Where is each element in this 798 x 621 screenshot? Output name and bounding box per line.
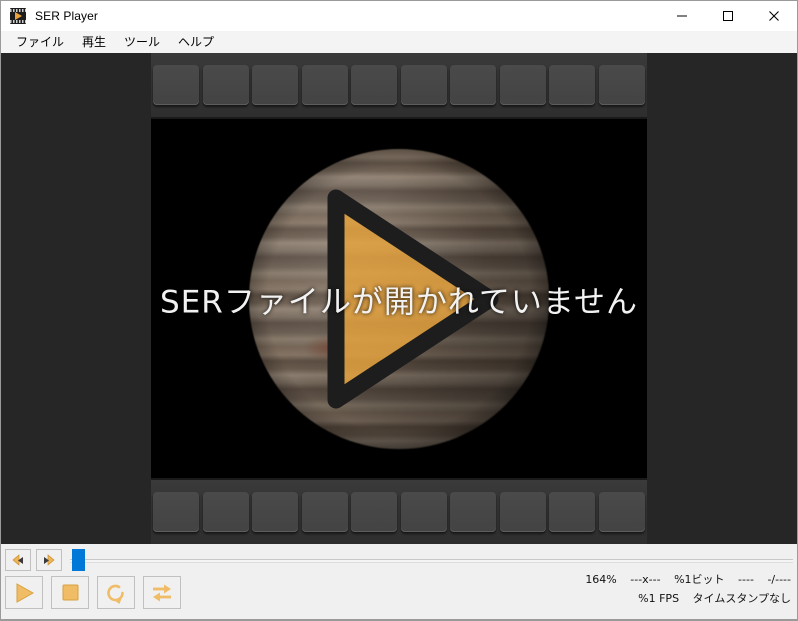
close-icon[interactable]: [751, 1, 797, 31]
sprocket-hole: [450, 65, 497, 105]
sprocket-hole: [598, 65, 645, 105]
step-back-button[interactable]: [5, 549, 31, 571]
sprocket-hole: [202, 492, 249, 532]
sprocket-hole: [400, 65, 447, 105]
menu-bar: ファイル 再生 ツール ヘルプ: [1, 31, 797, 53]
sprocket-hole: [351, 65, 398, 105]
title-bar: SER Player: [1, 1, 797, 31]
sprocket-hole: [499, 65, 546, 105]
ser-player-window: SER Player ファイル 再生 ツール ヘルプ SERファイルが開かれてい…: [0, 0, 798, 621]
status-colour: ----: [738, 573, 754, 586]
stop-button[interactable]: [51, 576, 89, 609]
frame-area: SERファイルが開かれていません: [151, 119, 647, 478]
step-forward-button[interactable]: [36, 549, 62, 571]
window-title: SER Player: [35, 9, 99, 23]
video-viewer[interactable]: SERファイルが開かれていません: [1, 53, 797, 544]
transport-buttons: [5, 576, 181, 609]
status-bit-depth: %1ビット: [674, 573, 725, 586]
sprocket-hole: [153, 492, 199, 532]
sprocket-hole: [351, 492, 398, 532]
playback-controls: 164% ---x--- %1ビット ---- -/---- %1 FPS タイ…: [1, 544, 797, 620]
film-strip: SERファイルが開かれていません: [151, 53, 647, 544]
status-line-secondary: %1 FPS タイムスタンプなし: [585, 589, 791, 608]
slider-groove: [70, 559, 793, 563]
status-resolution: ---x---: [630, 573, 661, 586]
sprocket-hole: [549, 492, 596, 532]
menu-file[interactable]: ファイル: [7, 31, 73, 53]
sprocket-hole: [549, 65, 596, 105]
sprocket-hole: [450, 492, 497, 532]
menu-help[interactable]: ヘルプ: [169, 31, 223, 53]
status-readout: 164% ---x--- %1ビット ---- -/---- %1 FPS タイ…: [585, 570, 791, 608]
window-bottom-edge: [1, 619, 797, 620]
window-controls: [659, 1, 797, 31]
sprocket-hole: [252, 492, 299, 532]
repeat-button[interactable]: [97, 576, 135, 609]
bounce-button[interactable]: [143, 576, 181, 609]
status-fps: %1 FPS: [638, 592, 680, 605]
status-zoom: 164%: [585, 573, 617, 586]
sprocket-hole: [301, 492, 348, 532]
play-button[interactable]: [5, 576, 43, 609]
film-sprockets-bottom: [151, 478, 647, 544]
slider-handle[interactable]: [72, 549, 85, 571]
menu-tools[interactable]: ツール: [115, 31, 169, 53]
status-timestamp: タイムスタンプなし: [692, 592, 791, 605]
maximize-icon[interactable]: [705, 1, 751, 31]
frame-slider[interactable]: [70, 549, 793, 571]
film-play-icon: [10, 8, 26, 24]
sprocket-hole: [153, 65, 199, 105]
film-sprockets-top: [151, 53, 647, 119]
sprocket-hole: [252, 65, 299, 105]
no-file-message: SERファイルが開かれていません: [160, 284, 638, 320]
sprocket-hole: [202, 65, 249, 105]
sprocket-hole: [499, 492, 546, 532]
minimize-icon[interactable]: [659, 1, 705, 31]
sprocket-hole: [598, 492, 645, 532]
menu-playback[interactable]: 再生: [73, 31, 115, 53]
sprocket-hole: [400, 492, 447, 532]
sprocket-hole: [301, 65, 348, 105]
status-frame-counter: -/----: [767, 573, 791, 586]
frame-slider-row: [5, 548, 793, 572]
status-line-primary: 164% ---x--- %1ビット ---- -/----: [585, 570, 791, 589]
